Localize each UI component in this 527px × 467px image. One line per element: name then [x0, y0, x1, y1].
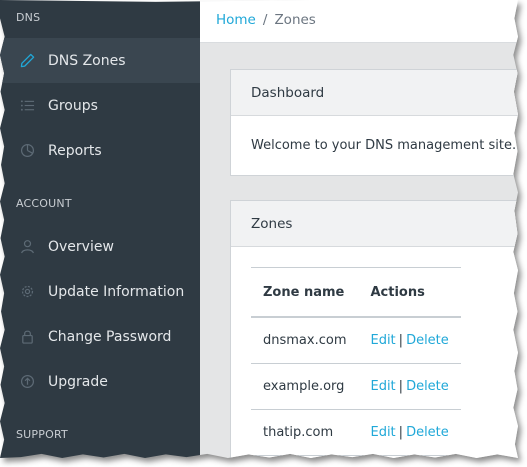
breadcrumb-bar: Home / Zones [200, 0, 518, 43]
zone-name-cell: thatip.com [251, 409, 359, 456]
action-separator: | [398, 425, 404, 440]
lock-icon [19, 329, 35, 345]
breadcrumb-home-link[interactable]: Home [216, 12, 256, 28]
sidebar-item-label: Overview [48, 238, 114, 255]
sidebar-item-dns-zones[interactable]: DNS Zones [0, 38, 200, 83]
dashboard-card: Dashboard Welcome to your DNS management… [230, 69, 518, 176]
actions-cell: Edit | Delete [358, 363, 461, 410]
zones-card: Zones Zone name Actions dnsmax.com Edit |… [230, 200, 518, 458]
column-header-zone-name: Zone name [251, 267, 359, 318]
list-icon [19, 98, 35, 114]
actions-cell: Edit | Delete [358, 409, 461, 456]
dashboard-card-header: Dashboard [231, 70, 518, 116]
sidebar-item-overview[interactable]: Overview [0, 224, 200, 269]
sidebar-item-update-information[interactable]: Update Information [0, 269, 200, 314]
table-row: thatip.com Edit | Delete [251, 409, 461, 456]
sidebar-item-label: DNS Zones [48, 52, 126, 69]
column-header-actions: Actions [358, 267, 461, 318]
action-separator: | [398, 333, 404, 348]
sidebar-item-groups[interactable]: Groups [0, 83, 200, 128]
sidebar-item-label: Groups [48, 97, 98, 114]
sidebar-item-label: Change Password [48, 328, 172, 345]
table-row: dnsmax.com Edit | Delete [251, 317, 461, 364]
sidebar-item-label: Reports [48, 142, 102, 159]
actions-cell: Edit | Delete [358, 317, 461, 364]
sidebar: DNS DNS Zones Groups Reports ACCOUNT Ove… [0, 0, 200, 458]
delete-link[interactable]: Delete [406, 425, 449, 440]
breadcrumb-current: Zones [274, 12, 316, 28]
sidebar-item-label: Update Information [48, 283, 185, 300]
pencil-icon [19, 53, 35, 69]
torn-paper: DNS DNS Zones Groups Reports ACCOUNT Ove… [0, 0, 518, 458]
delete-link[interactable]: Delete [406, 333, 449, 348]
table-header-row: Zone name Actions [251, 267, 461, 318]
sidebar-heading-dns: DNS [16, 11, 41, 24]
gear-icon [19, 284, 35, 300]
zones-table: Zone name Actions dnsmax.com Edit | Delete… [251, 267, 461, 456]
zone-name-cell: example.org [251, 363, 359, 410]
arrow-up-circle-icon [19, 374, 35, 390]
delete-link[interactable]: Delete [406, 379, 449, 394]
user-icon [19, 239, 35, 255]
main-content: Home / Zones Dashboard Welcome to your DNS… [200, 0, 518, 458]
edit-link[interactable]: Edit [370, 425, 395, 440]
table-row: example.org Edit | Delete [251, 363, 461, 410]
sidebar-item-upgrade[interactable]: Upgrade [0, 359, 200, 404]
zone-name-cell: dnsmax.com [251, 317, 359, 364]
zones-card-header: Zones [231, 201, 518, 247]
sidebar-item-change-password[interactable]: Change Password [0, 314, 200, 359]
breadcrumb: Home / Zones [216, 12, 316, 28]
sidebar-item-label: Upgrade [48, 373, 108, 390]
sidebar-item-reports[interactable]: Reports [0, 128, 200, 173]
breadcrumb-separator: / [262, 12, 268, 28]
pie-chart-icon [19, 143, 35, 159]
edit-link[interactable]: Edit [370, 333, 395, 348]
screenshot-frame: DNS DNS Zones Groups Reports ACCOUNT Ove… [0, 0, 527, 467]
sidebar-heading-account: ACCOUNT [16, 197, 72, 210]
sidebar-heading-support: SUPPORT [16, 428, 68, 441]
zones-table-wrapper: Zone name Actions dnsmax.com Edit | Delete… [231, 247, 518, 456]
dashboard-welcome-text: Welcome to your DNS management site. Fi [251, 138, 518, 153]
action-separator: | [398, 379, 404, 394]
edit-link[interactable]: Edit [370, 379, 395, 394]
